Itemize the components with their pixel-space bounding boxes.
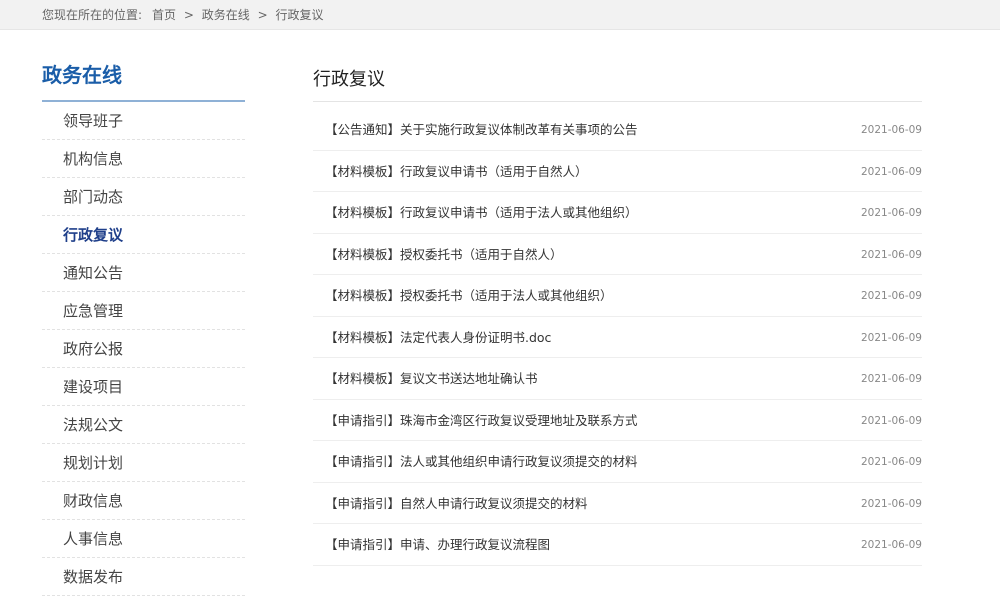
sidebar-item-administrative-review[interactable]: 行政复议: [42, 216, 245, 254]
list-item-title[interactable]: 【材料模板】行政复议申请书（适用于自然人）: [325, 151, 588, 193]
breadcrumb: 首页 > 政务在线 > 行政复议: [152, 0, 323, 30]
list-item-title[interactable]: 【材料模板】授权委托书（适用于自然人）: [325, 234, 563, 276]
sidebar: 政务在线 领导班子 机构信息 部门动态 行政复议 通知公告 应急管理 政府公报 …: [42, 58, 245, 596]
breadcrumb-home-link[interactable]: 首页: [152, 8, 176, 22]
sidebar-item-regulations[interactable]: 法规公文: [42, 406, 245, 444]
breadcrumb-current-link[interactable]: 行政复议: [275, 8, 323, 22]
list-item[interactable]: 【公告通知】关于实施行政复议体制改革有关事项的公告 2021-06-09: [313, 109, 922, 151]
list-item-title[interactable]: 【申请指引】珠海市金湾区行政复议受理地址及联系方式: [325, 400, 638, 442]
list-item[interactable]: 【材料模板】法定代表人身份证明书.doc 2021-06-09: [313, 317, 922, 359]
list-item[interactable]: 【材料模板】行政复议申请书（适用于自然人） 2021-06-09: [313, 151, 922, 193]
list-item[interactable]: 【材料模板】授权委托书（适用于自然人） 2021-06-09: [313, 234, 922, 276]
sidebar-item-emergency[interactable]: 应急管理: [42, 292, 245, 330]
list-item-title[interactable]: 【公告通知】关于实施行政复议体制改革有关事项的公告: [325, 109, 638, 151]
list-item-title[interactable]: 【材料模板】授权委托书（适用于法人或其他组织）: [325, 275, 613, 317]
sidebar-item-planning[interactable]: 规划计划: [42, 444, 245, 482]
list-item[interactable]: 【申请指引】珠海市金湾区行政复议受理地址及联系方式 2021-06-09: [313, 400, 922, 442]
list-item[interactable]: 【申请指引】申请、办理行政复议流程图 2021-06-09: [313, 524, 922, 566]
sidebar-item-department-news[interactable]: 部门动态: [42, 178, 245, 216]
list-item-title[interactable]: 【材料模板】复议文书送达地址确认书: [325, 358, 538, 400]
sidebar-item-projects[interactable]: 建设项目: [42, 368, 245, 406]
sidebar-item-organization[interactable]: 机构信息: [42, 140, 245, 178]
list-item-date: 2021-06-09: [860, 207, 922, 219]
sidebar-item-notices[interactable]: 通知公告: [42, 254, 245, 292]
breadcrumb-prefix: 您现在所在的位置:: [42, 8, 143, 22]
list-item-title[interactable]: 【申请指引】自然人申请行政复议须提交的材料: [325, 483, 588, 525]
article-list: 【公告通知】关于实施行政复议体制改革有关事项的公告 2021-06-09 【材料…: [313, 109, 922, 566]
list-item-date: 2021-06-09: [860, 414, 922, 427]
list-item-date: 2021-06-09: [860, 290, 922, 302]
list-item[interactable]: 【材料模板】行政复议申请书（适用于法人或其他组织） 2021-06-09: [313, 192, 922, 234]
sidebar-item-data-release[interactable]: 数据发布: [42, 558, 245, 596]
list-item-date: 2021-06-09: [860, 331, 922, 344]
sidebar-title: 政务在线: [42, 58, 245, 102]
list-item-title[interactable]: 【申请指引】法人或其他组织申请行政复议须提交的材料: [325, 441, 638, 483]
list-item[interactable]: 【材料模板】授权委托书（适用于法人或其他组织） 2021-06-09: [313, 275, 922, 317]
sidebar-nav: 领导班子 机构信息 部门动态 行政复议 通知公告 应急管理 政府公报 建设项目 …: [42, 102, 245, 596]
list-item-date: 2021-06-09: [860, 497, 922, 510]
sidebar-item-gazette[interactable]: 政府公报: [42, 330, 245, 368]
list-item-title[interactable]: 【申请指引】申请、办理行政复议流程图: [325, 524, 550, 566]
sidebar-item-personnel[interactable]: 人事信息: [42, 520, 245, 558]
list-item-date: 2021-06-09: [860, 248, 922, 261]
sidebar-item-leadership[interactable]: 领导班子: [42, 102, 245, 140]
main-content: 行政复议 【公告通知】关于实施行政复议体制改革有关事项的公告 2021-06-0…: [313, 58, 922, 566]
list-item-title[interactable]: 【材料模板】行政复议申请书（适用于法人或其他组织）: [325, 192, 638, 234]
breadcrumb-separator: >: [183, 8, 194, 22]
breadcrumb-bar: 您现在所在的位置: 首页 > 政务在线 > 行政复议: [0, 0, 1000, 30]
list-item-title[interactable]: 【材料模板】法定代表人身份证明书.doc: [325, 317, 551, 359]
breadcrumb-separator: >: [257, 8, 268, 22]
sidebar-item-finance[interactable]: 财政信息: [42, 482, 245, 520]
list-item[interactable]: 【材料模板】复议文书送达地址确认书 2021-06-09: [313, 358, 922, 400]
list-item-date: 2021-06-09: [860, 165, 922, 178]
list-item-date: 2021-06-09: [860, 124, 922, 136]
list-item[interactable]: 【申请指引】法人或其他组织申请行政复议须提交的材料 2021-06-09: [313, 441, 922, 483]
list-item-date: 2021-06-09: [860, 373, 922, 385]
page-title: 行政复议: [313, 58, 922, 102]
list-item-date: 2021-06-09: [860, 456, 922, 468]
list-item-date: 2021-06-09: [860, 539, 922, 551]
breadcrumb-zhengwu-link[interactable]: 政务在线: [202, 8, 250, 22]
list-item[interactable]: 【申请指引】自然人申请行政复议须提交的材料 2021-06-09: [313, 483, 922, 525]
